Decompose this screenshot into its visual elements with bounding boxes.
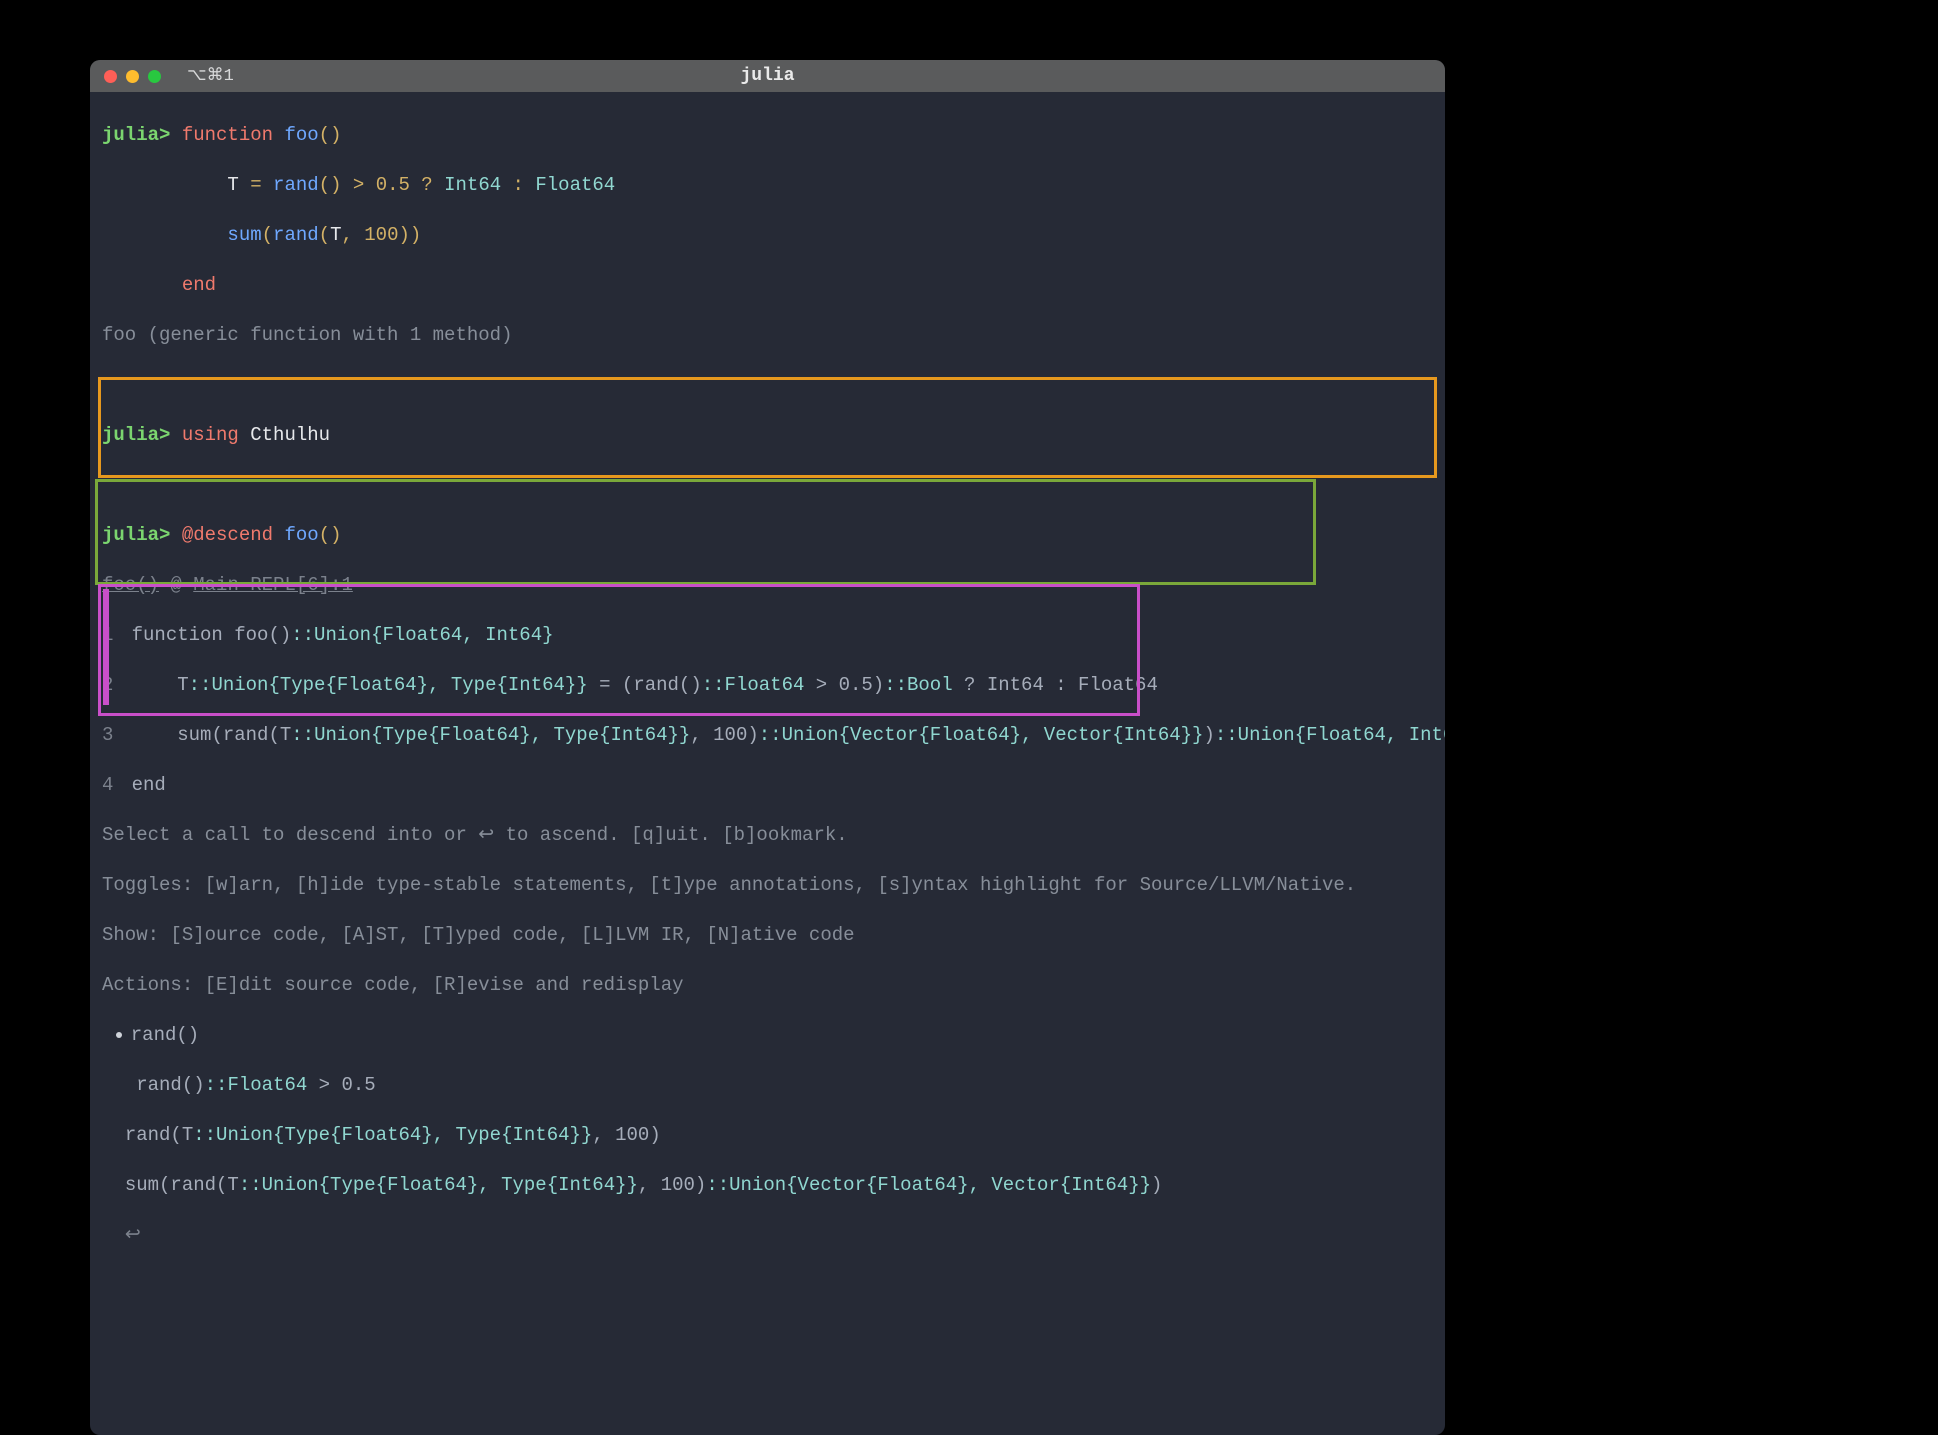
menu-item[interactable]: sum(rand(T::Union{Type{Float64}, Type{In…: [102, 1173, 1433, 1198]
help-line: Actions: [E]dit source code, [R]evise an…: [102, 973, 1433, 998]
help-line: Toggles: [w]arn, [h]ide type-stable stat…: [102, 873, 1433, 898]
method-header: foo() @ Main REPL[6]:1: [102, 573, 1433, 598]
typed-line: 1 function foo()::Union{Float64, Int64}: [102, 623, 1433, 648]
typed-line: 4 end: [102, 773, 1433, 798]
typed-line: 3 sum(rand(T::Union{Type{Float64}, Type{…: [102, 723, 1433, 748]
traffic-lights: [90, 70, 161, 83]
repl-line: julia> @descend foo(): [102, 523, 1433, 548]
repl-line: julia> using Cthulhu: [102, 423, 1433, 448]
menu-cursor-icon: [116, 1032, 122, 1038]
repl-line: end: [102, 273, 1433, 298]
menu-item[interactable]: rand(): [102, 1023, 1433, 1048]
tab-label: ⌥⌘1: [187, 64, 234, 89]
titlebar: ⌥⌘1 julia: [90, 60, 1445, 92]
menu-item-ascend[interactable]: ↩: [102, 1223, 1433, 1248]
repl-line: sum(rand(T, 100)): [102, 223, 1433, 248]
help-line: Show: [S]ource code, [A]ST, [T]yped code…: [102, 923, 1433, 948]
window-title: julia: [90, 64, 1445, 89]
terminal-body[interactable]: julia> function foo() T = rand() > 0.5 ?…: [90, 92, 1445, 1435]
blank-line: [102, 473, 1433, 498]
menu-item[interactable]: rand()::Float64 > 0.5: [102, 1073, 1433, 1098]
minimize-icon[interactable]: [126, 70, 139, 83]
terminal-window: ⌥⌘1 julia julia> function foo() T = rand…: [90, 60, 1445, 1435]
output-line: foo (generic function with 1 method): [102, 323, 1433, 348]
menu-item[interactable]: rand(T::Union{Type{Float64}, Type{Int64}…: [102, 1123, 1433, 1148]
repl-line: T = rand() > 0.5 ? Int64 : Float64: [102, 173, 1433, 198]
help-line: Select a call to descend into or ↩ to as…: [102, 823, 1433, 848]
blank-line: [102, 373, 1433, 398]
repl-line: julia> function foo(): [102, 123, 1433, 148]
close-icon[interactable]: [104, 70, 117, 83]
typed-line: 2 T::Union{Type{Float64}, Type{Int64}} =…: [102, 673, 1433, 698]
zoom-icon[interactable]: [148, 70, 161, 83]
prompt: julia>: [102, 124, 170, 146]
